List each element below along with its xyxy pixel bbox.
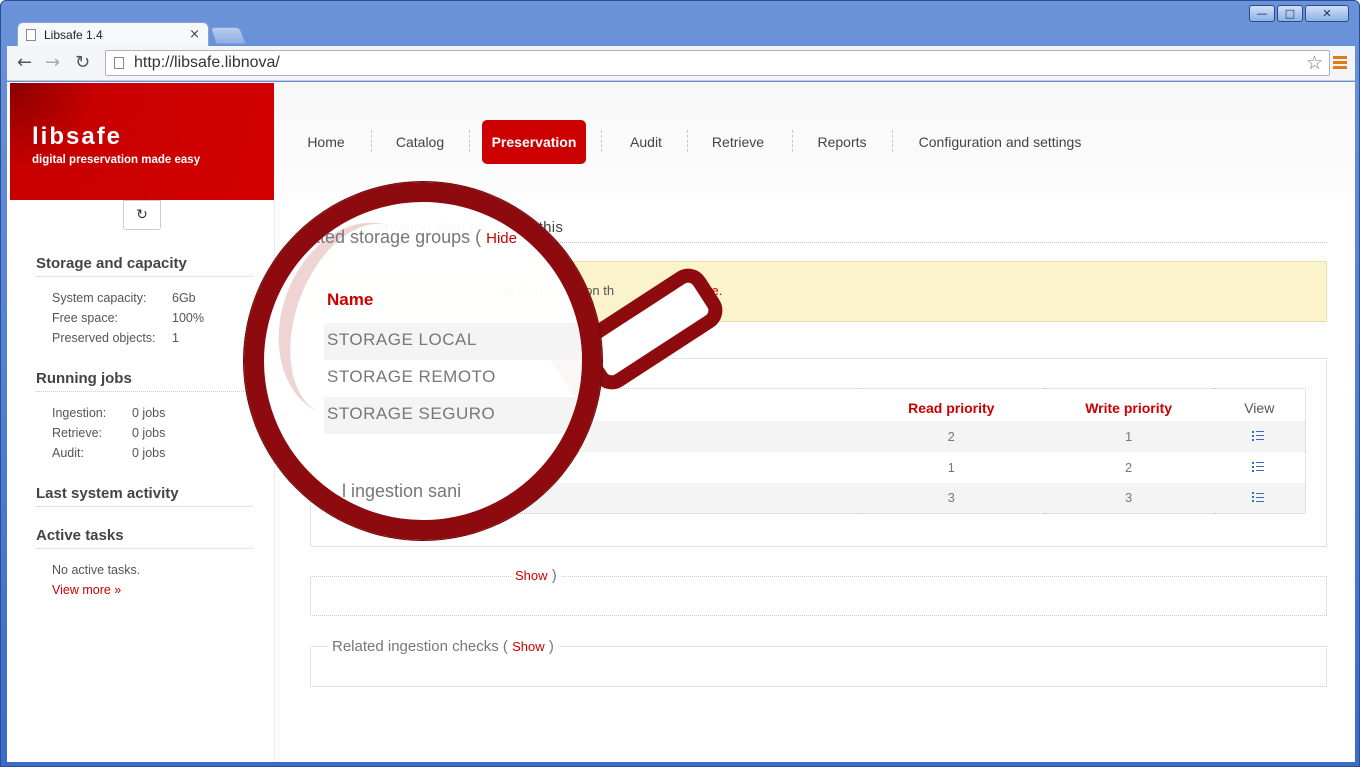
nav-catalog[interactable]: Catalog bbox=[396, 120, 444, 164]
checks-fieldset: Related ingestion checks ( Show ) bbox=[310, 638, 1327, 687]
reload-icon[interactable]: ↻ bbox=[75, 52, 90, 73]
read-priority-header: Read priority bbox=[908, 399, 995, 416]
nav-preservation[interactable]: Preservation bbox=[482, 120, 586, 164]
nav-configuration[interactable]: Configuration and settings bbox=[917, 120, 1083, 164]
storage-groups-hide-link[interactable]: Hide bbox=[486, 230, 517, 247]
system-capacity-value: 6Gb bbox=[172, 291, 196, 305]
retrieve-jobs-value: 0 jobs bbox=[132, 426, 166, 440]
write-priority-header: Write priority bbox=[1085, 399, 1173, 416]
sanitizers-legend: Show ) bbox=[511, 567, 561, 584]
tab-close-icon[interactable]: × bbox=[189, 27, 200, 42]
brand-name: libsafe bbox=[32, 123, 123, 150]
nav-reports[interactable]: Reports bbox=[817, 120, 867, 164]
magnifier-lens: elated storage groups ( Hide Name STORAG… bbox=[244, 182, 602, 540]
minimize-button[interactable]: — bbox=[1249, 5, 1275, 22]
sanitizers-legend-magnified: l ingestion sani bbox=[342, 481, 462, 501]
nav-audit[interactable]: Audit bbox=[626, 120, 666, 164]
storage-capacity-heading: Storage and capacity bbox=[36, 255, 252, 277]
page-viewport: libsafe digital preservation made easy H… bbox=[7, 82, 1355, 762]
address-bar[interactable]: http://libsafe.libnova/ ☆ bbox=[105, 50, 1330, 76]
brand-tagline: digital preservation made easy bbox=[32, 154, 201, 166]
free-space-row: Free space: 100% bbox=[52, 311, 204, 325]
browser-menu-icon[interactable] bbox=[1333, 56, 1347, 71]
url-text: http://libsafe.libnova/ bbox=[134, 54, 280, 71]
write-priority-cell: 1 bbox=[1043, 420, 1214, 452]
tab-title: Libsafe 1.4 bbox=[44, 27, 103, 42]
sidebar: Storage and capacity System capacity: 6G… bbox=[7, 200, 275, 762]
storage-name-cell: STORAGE LOCAL bbox=[324, 323, 582, 360]
sanitizers-fieldset: Show ) bbox=[310, 567, 1327, 616]
list-view-icon[interactable] bbox=[1252, 430, 1266, 442]
system-capacity-row: System capacity: 6Gb bbox=[52, 291, 196, 305]
browser-tab[interactable]: Libsafe 1.4 × bbox=[17, 22, 209, 46]
last-activity-heading: Last system activity bbox=[36, 485, 252, 507]
storage-name-cell: STORAGE REMOTO bbox=[327, 367, 496, 386]
browser-window: — □ ✕ Libsafe 1.4 × ← → ↻ http://libsafe… bbox=[0, 0, 1360, 767]
audit-jobs-row: Audit: 0 jobs bbox=[52, 446, 166, 460]
running-jobs-heading: Running jobs bbox=[36, 370, 252, 392]
no-active-tasks-text: No active tasks. bbox=[52, 563, 141, 577]
storage-groups-legend: elated storage groups ( Hide bbox=[296, 227, 517, 247]
new-tab-button[interactable] bbox=[209, 27, 247, 44]
view-more-link[interactable]: View more » bbox=[52, 583, 121, 597]
audit-jobs-value: 0 jobs bbox=[132, 446, 166, 460]
forward-arrow-icon[interactable]: → bbox=[45, 52, 60, 73]
maximize-button[interactable]: □ bbox=[1277, 5, 1303, 22]
retrieve-jobs-row: Retrieve: 0 jobs bbox=[52, 426, 166, 440]
preserved-objects-value: 1 bbox=[172, 331, 179, 345]
view-header: View bbox=[1244, 399, 1275, 416]
name-header: Name bbox=[327, 290, 374, 309]
free-space-value: 100% bbox=[172, 311, 204, 325]
refresh-icon[interactable]: ↻ bbox=[123, 200, 161, 230]
nav-home[interactable]: Home bbox=[306, 120, 346, 164]
write-priority-cell: 3 bbox=[1043, 482, 1214, 514]
brand-logo[interactable]: libsafe digital preservation made easy bbox=[10, 83, 274, 200]
page-icon bbox=[114, 57, 124, 69]
checks-show-link[interactable]: Show bbox=[512, 639, 545, 654]
storage-name-cell: STORAGE SEGURO bbox=[324, 397, 582, 434]
page-icon bbox=[26, 28, 36, 41]
read-priority-cell: 3 bbox=[858, 482, 1044, 514]
ingestion-jobs-value: 0 jobs bbox=[132, 406, 166, 420]
active-tasks-heading: Active tasks bbox=[36, 527, 252, 549]
back-arrow-icon[interactable]: ← bbox=[17, 52, 32, 73]
close-window-button[interactable]: ✕ bbox=[1305, 5, 1349, 22]
checks-legend: Related ingestion checks ( Show ) bbox=[328, 638, 558, 655]
list-view-icon[interactable] bbox=[1252, 461, 1266, 473]
preserved-objects-row: Preserved objects: 1 bbox=[52, 331, 179, 345]
read-priority-cell: 1 bbox=[947, 459, 955, 475]
nav-retrieve[interactable]: Retrieve bbox=[711, 120, 765, 164]
ingestion-jobs-row: Ingestion: 0 jobs bbox=[52, 406, 166, 420]
window-controls: — □ ✕ bbox=[1249, 5, 1349, 22]
sanitizers-show-link[interactable]: Show bbox=[515, 568, 548, 583]
browser-toolbar: ← → ↻ http://libsafe.libnova/ ☆ bbox=[7, 46, 1355, 81]
list-view-icon[interactable] bbox=[1252, 492, 1266, 504]
read-priority-cell: 2 bbox=[858, 420, 1044, 452]
write-priority-cell: 2 bbox=[1125, 459, 1133, 475]
bookmark-star-icon[interactable]: ☆ bbox=[1306, 52, 1323, 75]
